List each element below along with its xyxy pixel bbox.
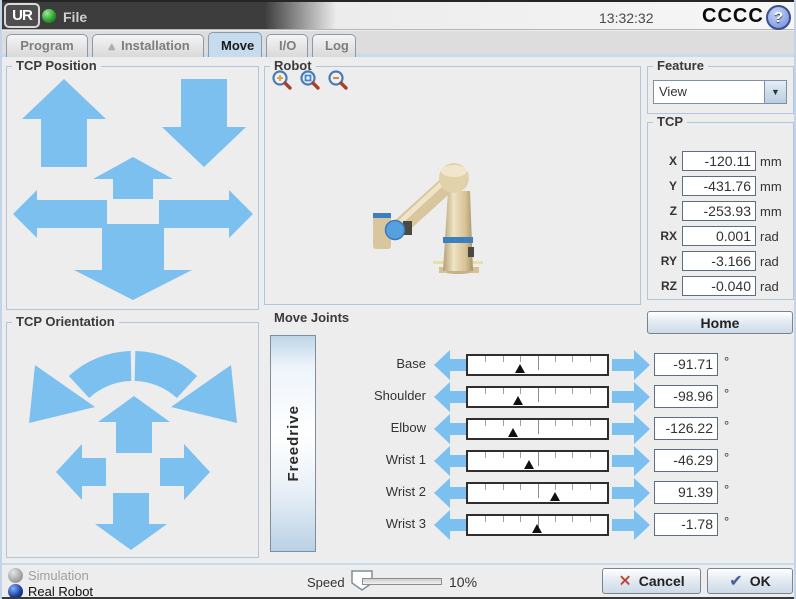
help-icon[interactable]: ? — [766, 5, 791, 30]
robot-panel: Robot — [264, 66, 641, 305]
joint-plus-arrow[interactable] — [612, 414, 650, 444]
speed-value: 10% — [449, 574, 477, 590]
polyscope-window: UR File 13:32:32 CCCC ? Program ▲Install… — [0, 0, 796, 599]
tilt-down-arrow[interactable] — [95, 493, 167, 550]
ok-check-icon: ✔ — [729, 571, 742, 591]
tcp-rz-field[interactable]: -0.040 — [682, 276, 756, 296]
joint-value-field[interactable]: -91.71 — [654, 353, 718, 376]
jog-right-arrow[interactable] — [159, 190, 253, 238]
joint-value-field[interactable]: -1.78 — [654, 513, 718, 536]
file-menu[interactable]: File — [63, 9, 87, 25]
feature-panel-title: Feature — [653, 58, 708, 73]
status-orb-icon — [42, 9, 56, 23]
joint-value-field[interactable]: -98.96 — [654, 385, 718, 408]
joint-slider[interactable] — [466, 482, 609, 504]
ok-button[interactable]: ✔ OK — [707, 568, 793, 594]
rotate-right-arc[interactable] — [135, 366, 187, 387]
footer-bar: Simulation Real Robot Speed 10% ✕ Cancel… — [2, 563, 796, 597]
tcp-row-ry: RY -3.166 rad — [652, 251, 779, 271]
move-joints-title: Move Joints — [274, 310, 349, 325]
joint-value-field[interactable]: -46.29 — [654, 449, 718, 472]
speed-slider-track[interactable] — [362, 578, 442, 585]
robot-3d-view[interactable] — [353, 151, 483, 281]
joint-plus-arrow[interactable] — [612, 382, 650, 412]
joint-row-wrist3: Wrist 3 -1.78 ° — [302, 510, 742, 540]
joint-row-wrist2: Wrist 2 91.39 ° — [302, 478, 742, 508]
tilt-left-arrow[interactable] — [56, 444, 106, 500]
tcp-row-y: Y -431.76 mm — [652, 176, 782, 196]
tcp-y-field[interactable]: -431.76 — [682, 176, 756, 196]
joint-value-field[interactable]: 91.39 — [654, 481, 718, 504]
tcp-ry-field[interactable]: -3.166 — [682, 251, 756, 271]
jog-up-arrow[interactable] — [22, 79, 106, 167]
joint-row-shoulder: Shoulder -98.96 ° — [302, 382, 742, 412]
joint-plus-arrow[interactable] — [612, 510, 650, 540]
joint-position-marker — [524, 460, 534, 469]
tab-bar: Program ▲Installation Move I/O Log — [2, 31, 796, 57]
joint-position-marker — [508, 428, 518, 437]
cancel-button[interactable]: ✕ Cancel — [602, 568, 701, 594]
ur-logo-icon: UR — [4, 3, 40, 28]
clock: 13:32:32 — [599, 10, 654, 26]
joint-row-base: Base -91.71 ° — [302, 350, 742, 380]
joint-slider[interactable] — [466, 354, 609, 376]
top-bar: UR File 13:32:32 CCCC ? — [2, 0, 796, 30]
tcp-orientation-panel: TCP Orientation — [6, 322, 259, 558]
tcp-x-field[interactable]: -120.11 — [682, 151, 756, 171]
feature-dropdown[interactable]: View ▼ — [653, 80, 787, 104]
joint-plus-arrow[interactable] — [612, 350, 650, 380]
tcp-z-field[interactable]: -253.93 — [682, 201, 756, 221]
feature-dropdown-value: View — [654, 81, 764, 103]
tcp-position-panel: TCP Position — [6, 66, 259, 310]
tcp-rx-field[interactable]: 0.001 — [682, 226, 756, 246]
joint-value-field[interactable]: -126.22 — [654, 417, 718, 440]
joint-position-marker — [515, 364, 525, 373]
joint-slider[interactable] — [466, 450, 609, 472]
tcp-row-rx: RX 0.001 rad — [652, 226, 779, 246]
home-button[interactable]: Home — [647, 311, 793, 334]
jog-back-arrow[interactable] — [74, 224, 192, 300]
rotate-left-arc[interactable] — [79, 366, 131, 387]
joint-plus-arrow[interactable] — [612, 446, 650, 476]
tab-program[interactable]: Program — [6, 34, 88, 57]
tilt-right-arrow[interactable] — [160, 444, 210, 500]
tcp-panel-title: TCP — [653, 114, 687, 129]
joint-slider[interactable] — [466, 386, 609, 408]
speed-label: Speed — [307, 575, 345, 590]
tab-io[interactable]: I/O — [266, 34, 308, 57]
chevron-down-icon[interactable]: ▼ — [764, 81, 786, 103]
tab-move[interactable]: Move — [208, 32, 262, 57]
joint-plus-arrow[interactable] — [612, 478, 650, 508]
zoom-fit-icon[interactable] — [299, 69, 321, 91]
tcp-row-rz: RZ -0.040 rad — [652, 276, 779, 296]
joint-slider[interactable] — [466, 514, 609, 536]
jog-forward-arrow[interactable] — [93, 157, 173, 199]
warning-icon: ▲ — [106, 41, 117, 53]
tcp-row-x: X -120.11 mm — [652, 151, 782, 171]
joint-slider[interactable] — [466, 418, 609, 440]
joint-row-wrist1: Wrist 1 -46.29 ° — [302, 446, 742, 476]
tcp-row-z: Z -253.93 mm — [652, 201, 782, 221]
simulation-label: Simulation — [28, 568, 89, 583]
tab-log[interactable]: Log — [312, 34, 356, 57]
joint-position-marker — [532, 524, 542, 533]
zoom-out-icon[interactable] — [327, 69, 349, 91]
zoom-in-icon[interactable] — [271, 69, 293, 91]
joint-position-marker — [550, 492, 560, 501]
tab-installation[interactable]: ▲Installation — [92, 34, 204, 57]
joint-row-elbow: Elbow -126.22 ° — [302, 414, 742, 444]
jog-down-arrow[interactable] — [162, 79, 246, 167]
cancel-x-icon: ✕ — [618, 571, 631, 591]
joint-position-marker — [513, 396, 523, 405]
tilt-up-arrow[interactable] — [98, 396, 170, 453]
simulation-radio[interactable] — [8, 568, 23, 583]
window-title: CCCC — [702, 5, 764, 28]
jog-left-arrow[interactable] — [13, 190, 107, 238]
